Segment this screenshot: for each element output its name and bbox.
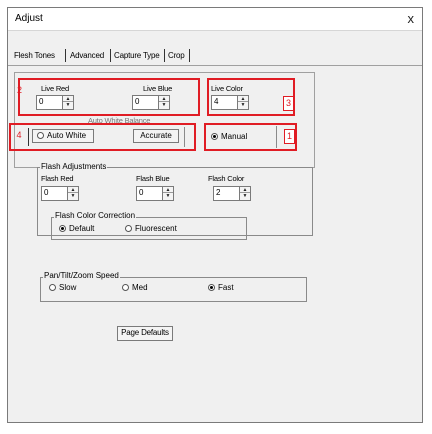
tab-divider <box>189 49 190 62</box>
slow-radio[interactable]: Slow <box>49 283 76 292</box>
default-radio[interactable]: Default <box>59 224 94 233</box>
tab-divider <box>65 49 66 62</box>
radio-icon <box>49 284 56 291</box>
tab-divider <box>164 49 165 62</box>
callout-number-4: 4 <box>16 130 22 140</box>
live-blue-spinner[interactable]: 0 ▲ ▼ <box>132 95 170 110</box>
fluorescent-radio[interactable]: Fluorescent <box>125 224 177 233</box>
spin-down-icon[interactable]: ▼ <box>238 102 248 108</box>
auto-white-option[interactable]: Auto White <box>32 129 94 143</box>
live-red-label: Live Red <box>41 84 70 93</box>
flash-red-label: Flash Red <box>41 174 74 183</box>
live-blue-value: 0 <box>135 97 140 106</box>
live-red-spinner[interactable]: 0 ▲ ▼ <box>36 95 74 110</box>
tab-strip: Flesh Tones Advanced Capture Type Crop <box>8 46 422 66</box>
manual-label: Manual <box>221 132 248 141</box>
title-bar: Adjust x <box>8 8 422 31</box>
tab-crop[interactable]: Crop <box>168 51 185 60</box>
divider <box>184 127 185 147</box>
live-color-spinner[interactable]: 4 ▲ ▼ <box>211 95 249 110</box>
tab-divider <box>110 49 111 62</box>
ptz-speed-label: Pan/Tilt/Zoom Speed <box>43 271 120 280</box>
flash-adjustments-label: Flash Adjustments <box>40 162 108 171</box>
flash-color-value: 2 <box>216 188 221 197</box>
window-title: Adjust <box>15 13 43 24</box>
divider <box>276 126 277 148</box>
flash-red-value: 0 <box>44 188 49 197</box>
radio-icon <box>37 132 44 139</box>
accurate-button[interactable]: Accurate <box>133 129 179 143</box>
radio-icon <box>125 225 132 232</box>
tab-advanced[interactable]: Advanced <box>70 51 104 60</box>
page-defaults-button[interactable]: Page Defaults <box>117 326 173 341</box>
spin-down-icon[interactable]: ▼ <box>163 193 173 199</box>
manual-option[interactable]: Manual <box>211 132 247 141</box>
radio-icon <box>122 284 129 291</box>
callout-number-3: 3 <box>283 96 294 111</box>
spin-down-icon[interactable]: ▼ <box>68 193 78 199</box>
flash-color-label: Flash Color <box>208 174 245 183</box>
med-label: Med <box>132 283 148 292</box>
auto-white-label: Auto White <box>47 131 87 140</box>
slow-label: Slow <box>59 283 77 292</box>
spin-down-icon[interactable]: ▼ <box>63 102 73 108</box>
callout-number-1: 1 <box>284 129 295 144</box>
fast-radio[interactable]: Fast <box>208 283 234 292</box>
default-label: Default <box>69 224 95 233</box>
flash-red-spinner[interactable]: 0 ▲ ▼ <box>41 186 79 201</box>
live-color-label: Live Color <box>211 84 243 93</box>
flash-blue-label: Flash Blue <box>136 174 170 183</box>
live-blue-label: Live Blue <box>143 84 173 93</box>
fluorescent-label: Fluorescent <box>135 224 177 233</box>
spin-down-icon[interactable]: ▼ <box>159 102 169 108</box>
live-color-value: 4 <box>214 97 219 106</box>
med-radio[interactable]: Med <box>122 283 148 292</box>
fast-label: Fast <box>218 283 234 292</box>
flash-color-spinner[interactable]: 2 ▲ ▼ <box>213 186 251 201</box>
flash-blue-value: 0 <box>139 188 144 197</box>
spin-down-icon[interactable]: ▼ <box>240 193 250 199</box>
tab-flesh-tones[interactable]: Flesh Tones <box>14 51 55 60</box>
close-icon[interactable]: x <box>408 11 415 26</box>
flash-color-correction-label: Flash Color Correction <box>54 211 137 220</box>
radio-selected-icon <box>208 284 215 291</box>
flash-blue-spinner[interactable]: 0 ▲ ▼ <box>136 186 174 201</box>
radio-selected-icon <box>211 133 218 140</box>
tab-capture-type[interactable]: Capture Type <box>114 51 160 60</box>
callout-divider <box>28 128 29 146</box>
callout-number-2: 2 <box>16 85 22 95</box>
ptz-speed-group <box>40 277 307 302</box>
adjust-dialog: Adjust x Flesh Tones Advanced Capture Ty… <box>7 7 423 423</box>
radio-selected-icon <box>59 225 66 232</box>
live-red-value: 0 <box>39 97 44 106</box>
